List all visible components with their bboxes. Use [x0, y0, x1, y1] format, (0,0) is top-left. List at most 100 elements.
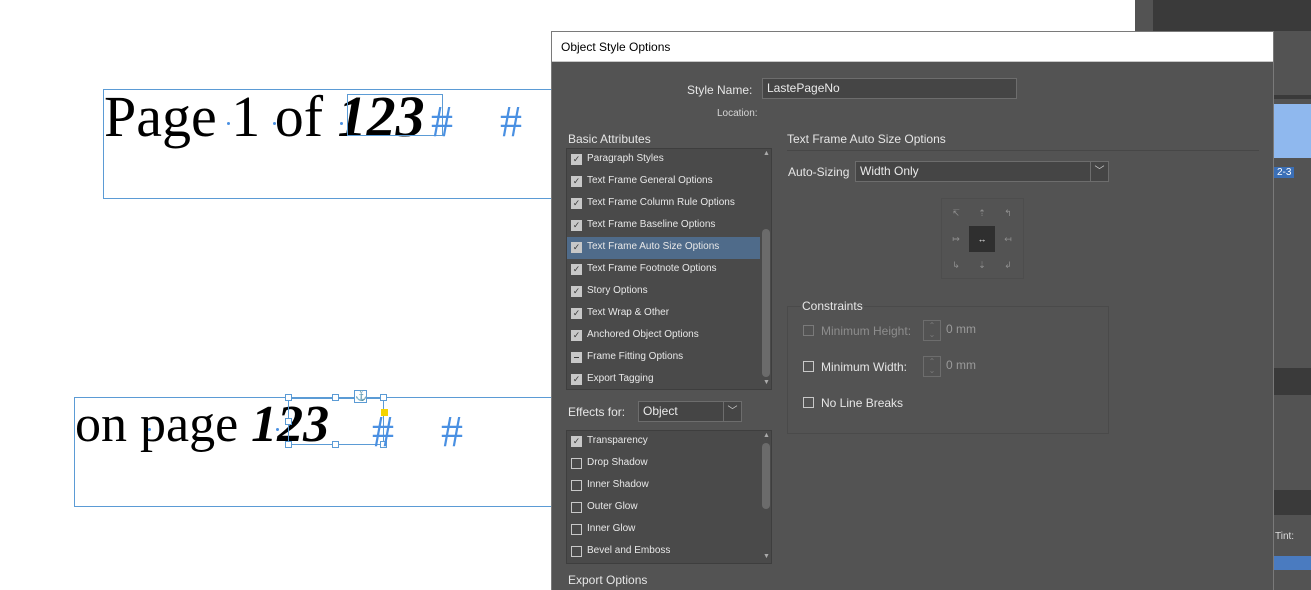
- min-height-field[interactable]: 0 mm: [941, 320, 997, 341]
- effects-for-label: Effects for:: [568, 405, 626, 419]
- checkbox[interactable]: [571, 502, 582, 513]
- scroll-down-icon[interactable]: ▼: [763, 379, 770, 386]
- min-width-label: Minimum Width:: [821, 360, 908, 374]
- reference-point-grid[interactable]: ↸ ⇡ ↰ ↦ ↔ ↤ ↳ ⇣ ↲: [941, 198, 1024, 279]
- panel-title: Text Frame Auto Size Options: [787, 132, 946, 146]
- list-item[interactable]: ✓ Text Wrap & Other: [567, 303, 760, 325]
- no-line-breaks-checkbox[interactable]: [803, 397, 814, 408]
- checkbox[interactable]: ✓: [571, 308, 582, 319]
- arrow-top-icon[interactable]: ⇡: [969, 200, 995, 226]
- list-item[interactable]: ✓ Story Options: [567, 281, 760, 303]
- basic-attributes-header: Basic Attributes: [568, 132, 651, 146]
- resize-handle[interactable]: [332, 441, 339, 448]
- checkbox[interactable]: ✓: [571, 176, 582, 187]
- dialog-titlebar[interactable]: Object Style Options: [552, 32, 1273, 62]
- list-item[interactable]: ✓ Anchored Object Options: [567, 325, 760, 347]
- export-options-header[interactable]: Export Options: [568, 573, 647, 587]
- resize-handle[interactable]: [285, 394, 292, 401]
- checkbox[interactable]: ✓: [571, 154, 582, 165]
- resize-handle[interactable]: [285, 441, 292, 448]
- hash-marker: #: [500, 97, 522, 146]
- list-item[interactable]: Drop Shadow: [567, 453, 760, 475]
- arrow-bottomleft-icon[interactable]: ↳: [943, 252, 969, 278]
- min-height-stepper[interactable]: ⌃ ⌄: [923, 320, 941, 341]
- list-item[interactable]: ✓ Text Frame Footnote Options: [567, 259, 760, 281]
- list-item-selected[interactable]: ✓ Text Frame Auto Size Options: [567, 237, 760, 259]
- scroll-thumb[interactable]: [762, 443, 770, 509]
- checkbox[interactable]: ✓: [571, 242, 582, 253]
- style-name-input[interactable]: LastePageNo: [762, 78, 1017, 99]
- arrow-bottomright-icon[interactable]: ↲: [995, 252, 1021, 278]
- checkbox[interactable]: [571, 524, 582, 535]
- arrow-left-icon[interactable]: ↦: [943, 226, 969, 252]
- no-line-breaks-label: No Line Breaks: [821, 396, 904, 410]
- inline-number-frame-1[interactable]: [347, 94, 443, 136]
- list-item[interactable]: ✓ Text Frame General Options: [567, 171, 760, 193]
- scroll-down-icon[interactable]: ▼: [763, 553, 770, 560]
- checkbox[interactable]: [571, 458, 582, 469]
- list-item[interactable]: ✓ Export Tagging: [567, 369, 760, 389]
- space-dot: [148, 428, 151, 431]
- checkbox[interactable]: ✓: [571, 286, 582, 297]
- object-style-options-dialog[interactable]: Object Style Options Style Name: LastePa…: [551, 31, 1274, 590]
- basic-attributes-list[interactable]: ✓ Paragraph Styles ✓ Text Frame General Op…: [566, 148, 772, 390]
- swatch-selection[interactable]: [1274, 556, 1311, 570]
- checkbox[interactable]: ✓: [571, 220, 582, 231]
- auto-sizing-value: Width Only: [860, 164, 919, 178]
- auto-sizing-label: Auto-Sizing: [788, 165, 850, 179]
- hash-marker: #: [441, 407, 463, 456]
- scroll-thumb[interactable]: [762, 229, 770, 377]
- resize-handle[interactable]: [285, 418, 292, 425]
- scrollbar[interactable]: ▲ ▼: [760, 149, 771, 389]
- page-thumbnail[interactable]: [1274, 104, 1311, 158]
- list-item[interactable]: Inner Glow: [567, 519, 760, 541]
- hash-marker: #: [372, 407, 394, 456]
- effects-list[interactable]: ✓ Transparency Drop Shadow Inner Shadow O…: [566, 430, 772, 564]
- min-width-stepper[interactable]: ⌃ ⌄: [923, 356, 941, 377]
- checkbox[interactable]: ✓: [571, 198, 582, 209]
- chevron-down-icon[interactable]: ﹀: [723, 402, 741, 421]
- scroll-up-icon[interactable]: ▲: [763, 150, 770, 157]
- checkbox[interactable]: [571, 352, 582, 363]
- arrow-center-icon[interactable]: ↔: [969, 226, 995, 252]
- chevron-down-icon[interactable]: ﹀: [1090, 162, 1108, 181]
- resize-handle[interactable]: [380, 394, 387, 401]
- arrow-bottom-icon[interactable]: ⇣: [969, 252, 995, 278]
- arrow-topright-icon[interactable]: ↰: [995, 200, 1021, 226]
- inline-number-frame-2[interactable]: [288, 398, 384, 445]
- checkbox[interactable]: [571, 546, 582, 557]
- panel-strip: [1274, 95, 1311, 99]
- space-dot: [273, 122, 276, 125]
- scroll-up-icon[interactable]: ▲: [763, 432, 770, 439]
- panel-strip: [1153, 0, 1311, 31]
- checkbox[interactable]: [571, 480, 582, 491]
- anchor-icon[interactable]: ⚓: [354, 390, 367, 403]
- page-label: 2-3: [1274, 167, 1295, 178]
- list-item[interactable]: ✓ Text Frame Column Rule Options: [567, 193, 760, 215]
- arrow-topleft-icon[interactable]: ↸: [943, 200, 969, 226]
- style-name-label: Style Name:: [687, 83, 753, 97]
- scrollbar[interactable]: ▲ ▼: [760, 431, 771, 563]
- list-item[interactable]: ✓ Paragraph Styles: [567, 149, 760, 171]
- min-width-checkbox[interactable]: [803, 361, 814, 372]
- min-height-checkbox[interactable]: [803, 325, 814, 336]
- list-item[interactable]: Bevel and Emboss: [567, 541, 760, 563]
- arrow-right-icon[interactable]: ↤: [995, 226, 1021, 252]
- list-item[interactable]: Outer Glow: [567, 497, 760, 519]
- list-item[interactable]: Frame Fitting Options: [567, 347, 760, 369]
- resize-handle[interactable]: [332, 394, 339, 401]
- effects-for-value: Object: [643, 404, 678, 418]
- list-item[interactable]: ✓ Transparency: [567, 431, 760, 453]
- effects-for-select[interactable]: Object ﹀: [638, 401, 742, 422]
- panel-strip: [1274, 490, 1311, 515]
- list-item[interactable]: Inner Shadow: [567, 475, 760, 497]
- checkbox[interactable]: ✓: [571, 264, 582, 275]
- checkbox[interactable]: ✓: [571, 436, 582, 447]
- list-item[interactable]: ✓ Text Frame Baseline Options: [567, 215, 760, 237]
- space-dot: [276, 428, 279, 431]
- checkbox[interactable]: ✓: [571, 374, 582, 385]
- auto-sizing-select[interactable]: Width Only ﹀: [855, 161, 1109, 182]
- checkbox[interactable]: ✓: [571, 330, 582, 341]
- location-label: Location:: [717, 108, 758, 119]
- min-width-field[interactable]: 0 mm: [941, 356, 997, 377]
